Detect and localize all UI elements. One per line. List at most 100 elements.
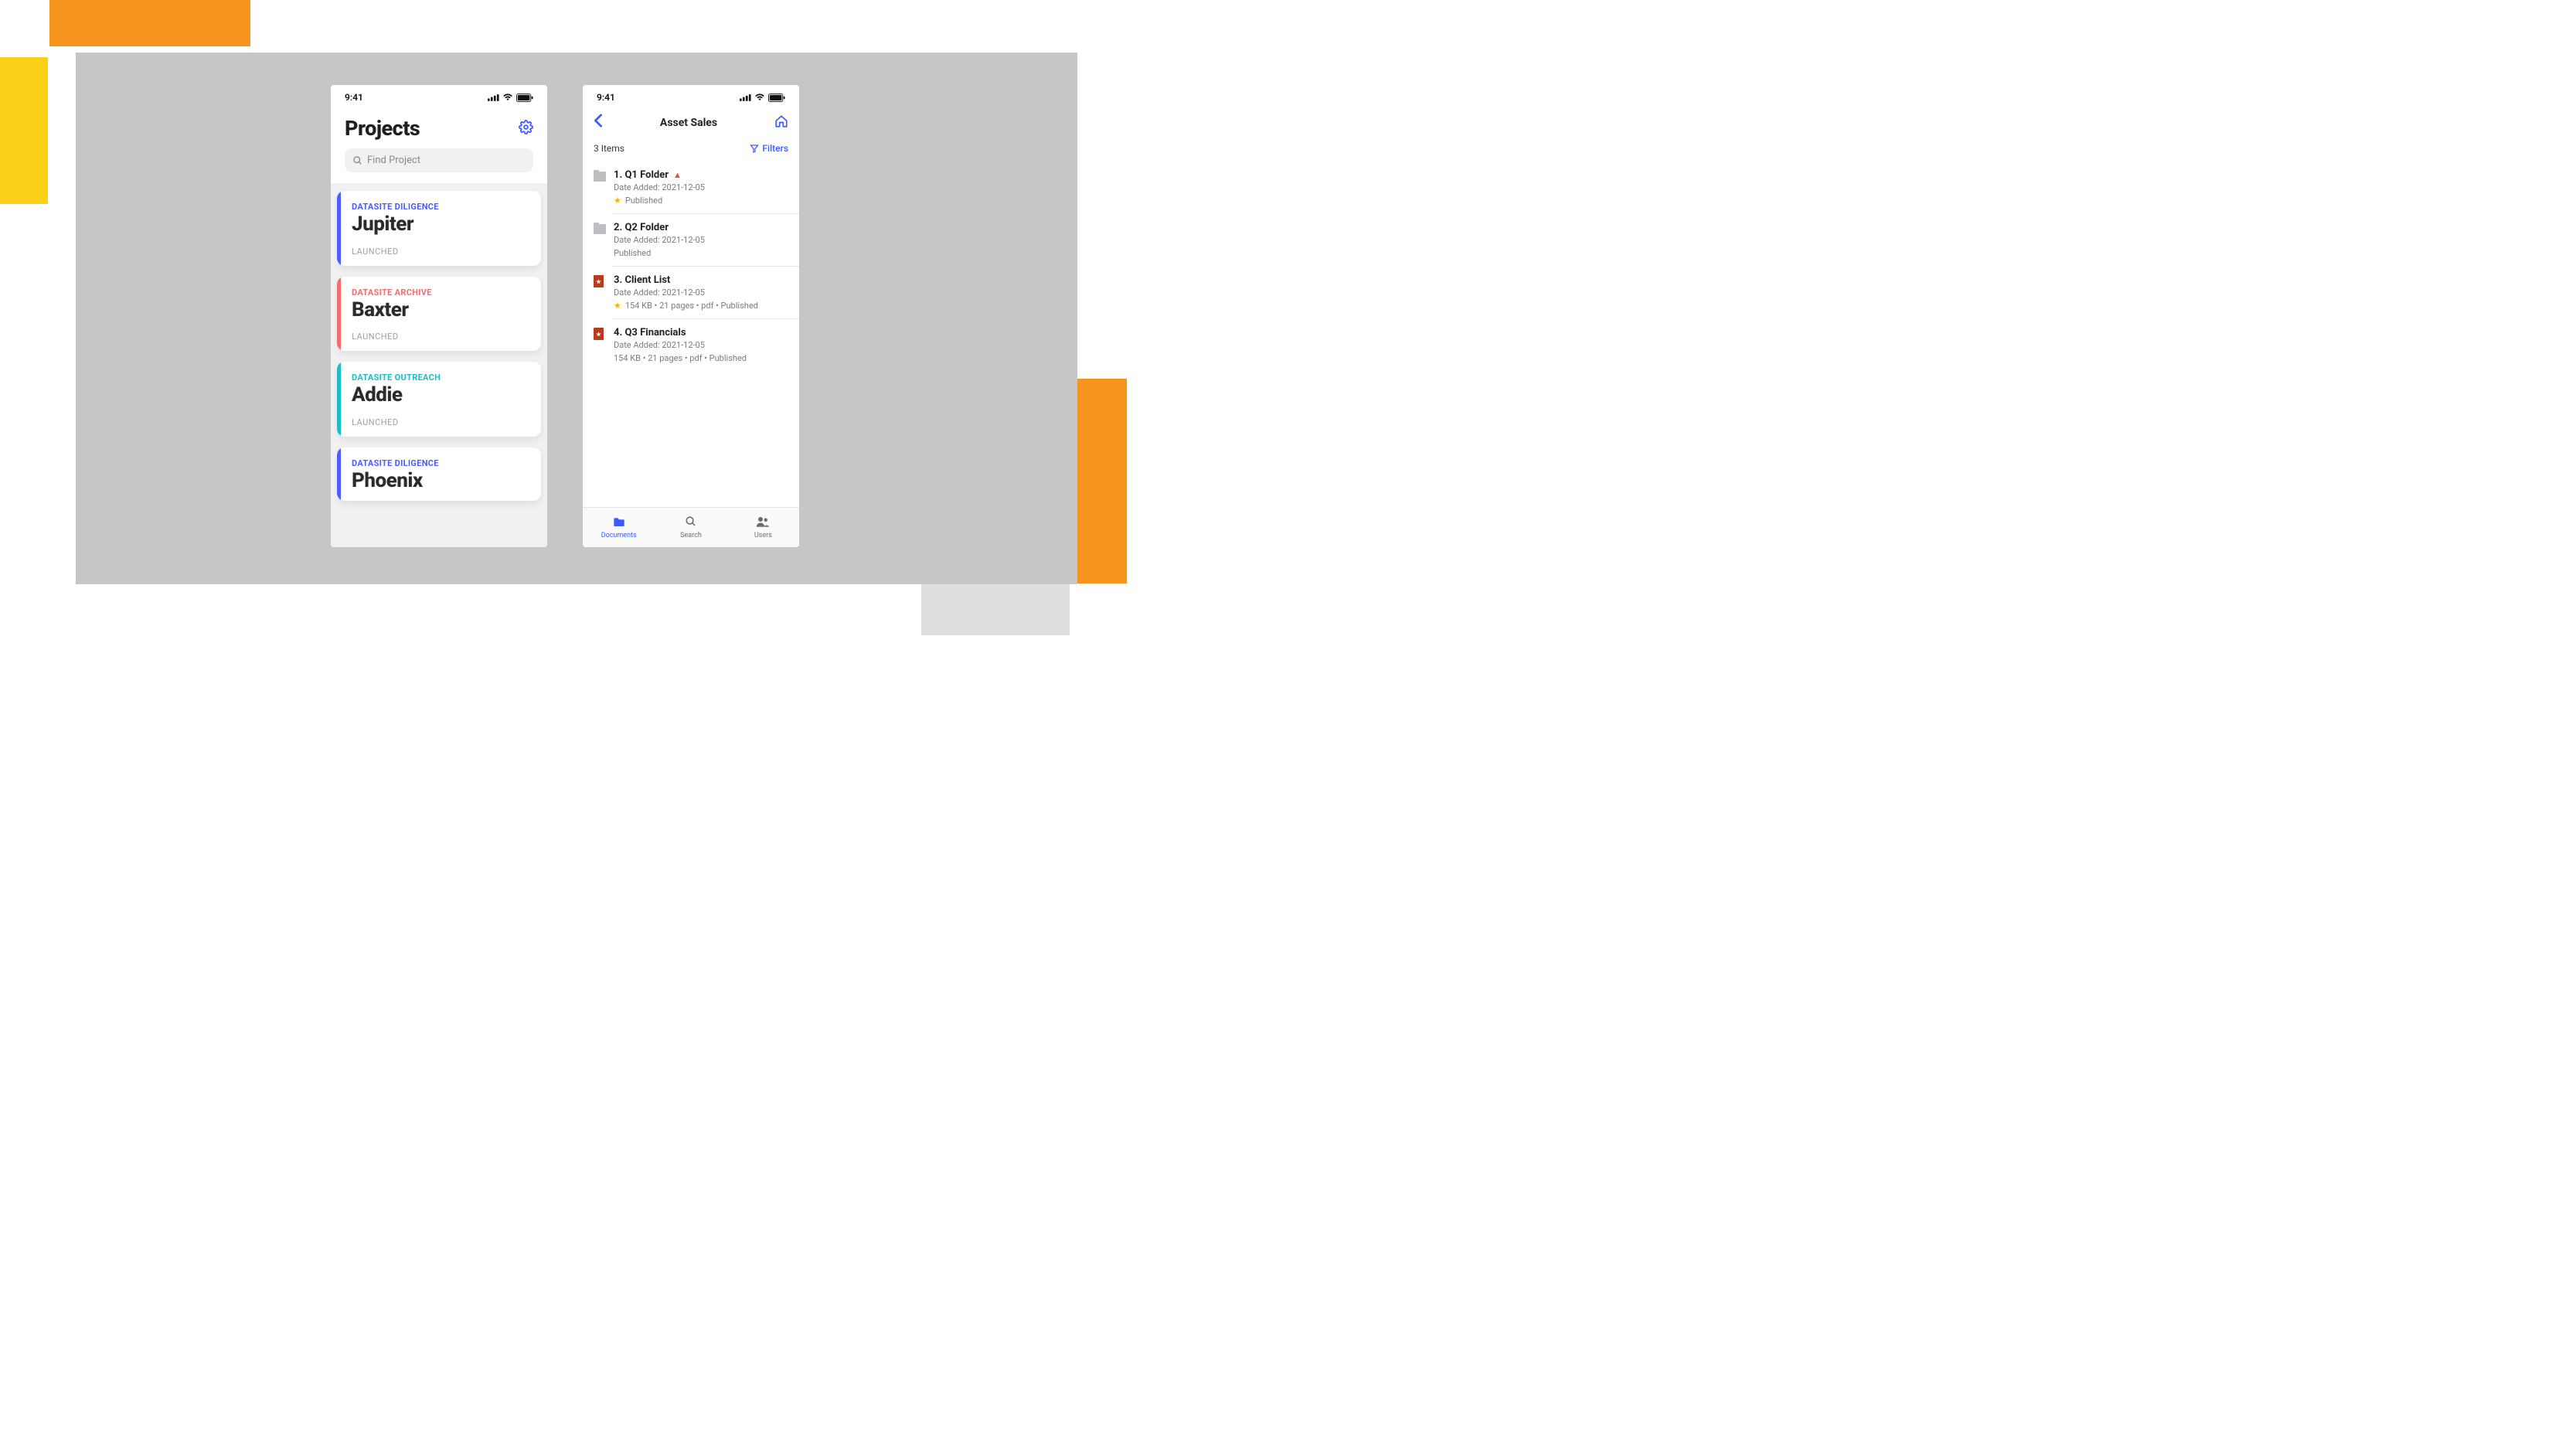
home-icon <box>774 114 788 128</box>
filter-icon <box>750 144 759 153</box>
battery-icon <box>768 94 785 102</box>
pdf-icon <box>594 275 604 287</box>
projects-header: Projects <box>331 110 547 148</box>
file-type-icon <box>594 275 606 311</box>
decoration-gray-bottom-right <box>921 584 1070 635</box>
file-name: 3. Client List <box>614 274 788 286</box>
settings-button[interactable] <box>519 120 533 138</box>
project-category: DATASITE DILIGENCE <box>352 202 530 212</box>
documents-icon <box>613 516 625 530</box>
file-date: Date Added: 2021-12-05 <box>614 182 788 192</box>
search-placeholder: Find Project <box>367 155 420 166</box>
wifi-icon <box>502 94 513 101</box>
project-name: Baxter <box>352 299 530 321</box>
pdf-icon <box>594 328 604 340</box>
phone-asset-sales: 9:41 Asset Sales 3 Items <box>583 85 799 547</box>
folder-icon <box>594 224 606 234</box>
project-name: Phoenix <box>352 470 530 492</box>
page-title: Projects <box>345 116 420 141</box>
file-row[interactable]: 2. Q2 Folder Date Added: 2021-12-05 Publ… <box>583 214 799 266</box>
file-info: 3. Client List Date Added: 2021-12-05 ★1… <box>614 274 788 311</box>
file-info: 4. Q3 Financials Date Added: 2021-12-05 … <box>614 327 788 363</box>
status-bar: 9:41 <box>583 85 799 110</box>
filters-label: Filters <box>762 143 788 154</box>
decoration-orange-bottom-right <box>1070 379 1127 583</box>
file-name: 1. Q1 Folder ▲ <box>614 169 788 181</box>
project-card[interactable]: DATASITE DILIGENCE Phoenix <box>337 447 541 502</box>
star-icon: ★ <box>614 301 621 311</box>
nav-title: Asset Sales <box>660 117 717 129</box>
project-status: LAUNCHED <box>352 417 530 427</box>
project-list: DATASITE DILIGENCE Jupiter LAUNCHED DATA… <box>331 183 547 547</box>
nav-bar: Asset Sales <box>583 110 799 140</box>
warning-icon: ▲ <box>673 170 682 180</box>
project-status: LAUNCHED <box>352 332 530 342</box>
star-icon: ★ <box>614 196 621 206</box>
file-meta: 154 KB • 21 pages • pdf • Published <box>614 353 788 363</box>
project-status: LAUNCHED <box>352 247 530 257</box>
folder-icon <box>594 172 606 182</box>
phone-mockups: 9:41 Projects Find Project DATASITE D <box>331 85 799 547</box>
tab-label: Search <box>680 532 702 539</box>
file-list: 1. Q1 Folder ▲ Date Added: 2021-12-05 ★P… <box>583 162 799 507</box>
file-info: 2. Q2 Folder Date Added: 2021-12-05 Publ… <box>614 222 788 258</box>
tab-search[interactable]: Search <box>655 508 727 547</box>
project-category: DATASITE OUTREACH <box>352 372 530 383</box>
battery-icon <box>516 94 533 102</box>
file-meta: ★Published <box>614 196 788 206</box>
status-bar: 9:41 <box>331 85 547 110</box>
file-name: 2. Q2 Folder <box>614 222 788 233</box>
search-input[interactable]: Find Project <box>345 148 533 172</box>
file-date: Date Added: 2021-12-05 <box>614 287 788 298</box>
project-card[interactable]: DATASITE OUTREACH Addie LAUNCHED <box>337 362 541 437</box>
file-info: 1. Q1 Folder ▲ Date Added: 2021-12-05 ★P… <box>614 169 788 206</box>
item-count: 3 Items <box>594 143 624 154</box>
phone-projects: 9:41 Projects Find Project DATASITE D <box>331 85 547 547</box>
wifi-icon <box>754 94 765 101</box>
cellular-icon <box>740 94 751 101</box>
file-meta: Published <box>614 248 788 258</box>
file-type-icon <box>594 328 606 363</box>
back-button[interactable] <box>594 113 603 132</box>
status-icons <box>488 94 533 102</box>
project-card[interactable]: DATASITE DILIGENCE Jupiter LAUNCHED <box>337 191 541 266</box>
file-type-icon <box>594 223 606 258</box>
project-name: Addie <box>352 384 530 406</box>
home-button[interactable] <box>774 114 788 131</box>
tab-label: Users <box>754 532 772 539</box>
search-icon <box>685 515 696 530</box>
card-body: DATASITE ARCHIVE Baxter LAUNCHED <box>341 277 541 352</box>
status-time: 9:41 <box>597 92 615 103</box>
canvas-background: 9:41 Projects Find Project DATASITE D <box>76 53 1077 584</box>
decoration-yellow-left <box>0 57 48 204</box>
file-row[interactable]: 4. Q3 Financials Date Added: 2021-12-05 … <box>583 319 799 371</box>
tab-bar: Documents Search Users <box>583 507 799 547</box>
status-icons <box>740 94 785 102</box>
filters-button[interactable]: Filters <box>750 143 788 154</box>
file-date: Date Added: 2021-12-05 <box>614 235 788 245</box>
file-meta: ★154 KB • 21 pages • pdf • Published <box>614 301 788 311</box>
tab-users[interactable]: Users <box>727 508 799 547</box>
chevron-left-icon <box>594 114 603 128</box>
status-time: 9:41 <box>345 92 363 103</box>
file-type-icon <box>594 170 606 206</box>
search-icon <box>352 155 362 165</box>
file-row[interactable]: 1. Q1 Folder ▲ Date Added: 2021-12-05 ★P… <box>583 162 799 213</box>
file-row[interactable]: 3. Client List Date Added: 2021-12-05 ★1… <box>583 267 799 318</box>
card-body: DATASITE OUTREACH Addie LAUNCHED <box>341 362 541 437</box>
file-date: Date Added: 2021-12-05 <box>614 340 788 350</box>
users-icon <box>756 516 770 530</box>
card-body: DATASITE DILIGENCE Phoenix <box>341 447 541 502</box>
decoration-orange-top-left <box>49 0 250 46</box>
gear-icon <box>519 120 533 134</box>
project-category: DATASITE DILIGENCE <box>352 458 530 468</box>
filter-row: 3 Items Filters <box>583 140 799 162</box>
file-name: 4. Q3 Financials <box>614 327 788 338</box>
card-body: DATASITE DILIGENCE Jupiter LAUNCHED <box>341 191 541 266</box>
project-category: DATASITE ARCHIVE <box>352 287 530 298</box>
project-name: Jupiter <box>352 213 530 236</box>
cellular-icon <box>488 94 499 101</box>
tab-label: Documents <box>601 532 637 539</box>
project-card[interactable]: DATASITE ARCHIVE Baxter LAUNCHED <box>337 277 541 352</box>
tab-documents[interactable]: Documents <box>583 508 655 547</box>
